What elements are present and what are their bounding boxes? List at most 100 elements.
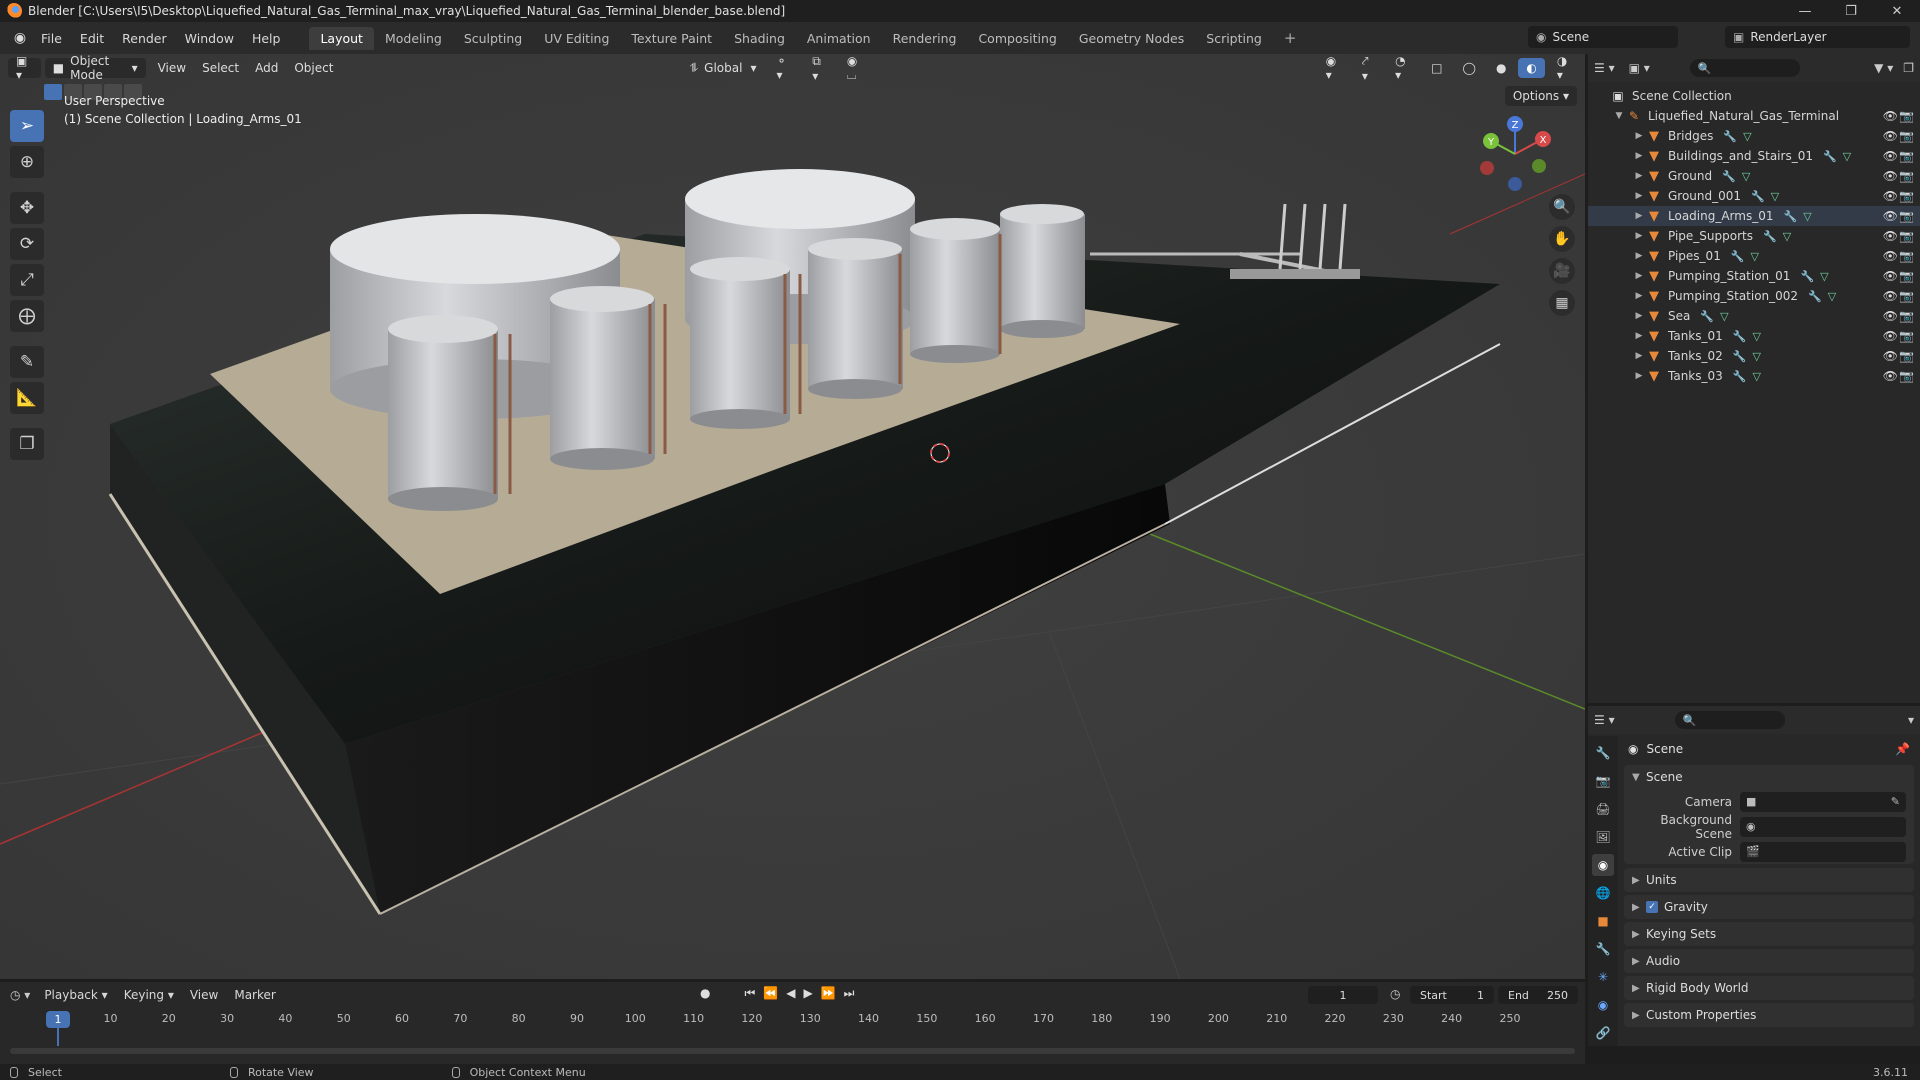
tab-compositing[interactable]: Compositing [967,27,1067,50]
shading-rendered-icon[interactable]: ◑ ▾ [1549,54,1581,82]
expand-arrow-icon[interactable]: ▶ [1632,291,1646,301]
3d-viewport[interactable]: ▣ ▾ ■ Object Mode ▾ View Select Add Obje… [0,54,1585,979]
mesh-data-icon[interactable]: ▽ [1752,350,1760,363]
tab-layout[interactable]: Layout [309,26,374,50]
menu-file[interactable]: File [32,31,71,46]
background-scene-field[interactable]: ◉ [1740,816,1906,837]
measure-tool-icon[interactable]: 📐 [10,382,44,414]
tab-shading[interactable]: Shading [723,27,796,50]
expand-arrow-icon[interactable]: ▶ [1632,231,1646,241]
clock-icon[interactable]: ◷ [1390,987,1400,1001]
mesh-data-icon[interactable]: ▽ [1803,210,1811,223]
end-frame-field[interactable]: End 250 [1498,986,1578,1004]
modifier-wrench-icon[interactable]: 🔧 [1733,330,1747,343]
eye-icon[interactable]: 👁 [1883,289,1898,303]
camera-icon[interactable]: 📷 [1899,189,1914,203]
camera-icon[interactable]: 📷 [1899,169,1914,183]
audio-panel[interactable]: ▶ Audio [1624,949,1914,973]
eye-icon[interactable]: 👁 [1883,189,1898,203]
visibility-button[interactable]: ◉ ▾ [1318,54,1350,82]
gravity-checkbox[interactable]: ✓ [1646,901,1658,913]
jump-end-icon[interactable]: ⏭ [844,986,855,1001]
jump-start-icon[interactable]: ⏮ [744,986,755,1001]
filter-icon[interactable]: ▼ ▾ [1874,61,1893,75]
constraints-tab-icon[interactable]: 🔗 [1592,1022,1614,1044]
menu-render[interactable]: Render [113,31,176,46]
eyedropper-icon[interactable]: ✎ [1891,795,1900,808]
mesh-data-icon[interactable]: ▽ [1820,270,1828,283]
tab-scripting[interactable]: Scripting [1195,27,1273,50]
expand-arrow-icon[interactable]: ▶ [1632,371,1646,381]
properties-editor-icon[interactable]: ☰ ▾ [1594,713,1615,727]
annotate-tool-icon[interactable]: ✎ [10,346,44,378]
modifier-wrench-icon[interactable]: 🔧 [1723,130,1737,143]
mesh-data-icon[interactable]: ▽ [1751,250,1759,263]
modifier-wrench-icon[interactable]: 🔧 [1784,210,1798,223]
timeline-scrollbar[interactable] [10,1048,1575,1054]
render-tab-icon[interactable]: 📷 [1592,770,1614,792]
timeline-menu-keying[interactable]: Keying ▾ [116,988,182,1002]
shading-solid-icon[interactable]: ● [1488,58,1514,78]
expand-arrow-icon[interactable]: ▶ [1632,191,1646,201]
mesh-data-icon[interactable]: ▽ [1771,190,1779,203]
play-reverse-icon[interactable]: ◀ [786,986,795,1001]
eye-icon[interactable]: 👁 [1883,229,1898,243]
expand-arrow-icon[interactable]: ▶ [1632,351,1646,361]
menu-edit[interactable]: Edit [71,31,113,46]
world-tab-icon[interactable]: 🌐 [1592,882,1614,904]
modifier-wrench-icon[interactable]: 🔧 [1733,350,1747,363]
modifier-wrench-icon[interactable]: 🔧 [1763,230,1777,243]
eye-icon[interactable]: 👁 [1883,209,1898,223]
mesh-data-icon[interactable]: ▽ [1752,330,1760,343]
zoom-icon[interactable]: 🔍 [1549,194,1575,220]
snap-button[interactable]: ⧉ ▾ [804,54,835,83]
outliner-object-row[interactable]: ▶ ▼ Tanks_02 🔧 ▽ 👁 📷 [1588,346,1920,366]
viewport-menu-view[interactable]: View [150,61,194,75]
units-panel[interactable]: ▶ Units [1624,868,1914,892]
pin-icon[interactable]: 📌 [1895,742,1910,756]
tab-rendering[interactable]: Rendering [882,27,968,50]
outliner-object-row[interactable]: ▶ ▼ Tanks_03 🔧 ▽ 👁 📷 [1588,366,1920,386]
next-keyframe-icon[interactable]: ⏩ [821,986,836,1001]
camera-icon[interactable]: 📷 [1899,129,1914,143]
particles-tab-icon[interactable]: ✳ [1592,966,1614,988]
new-collection-icon[interactable]: ❐ [1903,61,1914,75]
pan-hand-icon[interactable]: ✋ [1549,226,1575,252]
options-dropdown[interactable]: Options ▾ [1504,86,1577,106]
eye-icon[interactable]: 👁 [1883,169,1898,183]
rotate-tool-icon[interactable]: ⟳ [10,228,44,260]
modifier-wrench-icon[interactable]: 🔧 [1731,250,1745,263]
eye-icon[interactable]: 👁 [1883,349,1898,363]
camera-icon[interactable]: 📷 [1899,349,1914,363]
prev-keyframe-icon[interactable]: ⏪ [763,986,778,1001]
timeline-menu-marker[interactable]: Marker [226,988,283,1002]
outliner-object-row[interactable]: ▶ ▼ Pumping_Station_01 🔧 ▽ 👁 📷 [1588,266,1920,286]
scene-panel-header[interactable]: ▼ Scene [1624,765,1914,789]
camera-icon[interactable]: 📷 [1899,269,1914,283]
record-icon[interactable]: ● [700,986,710,1001]
tool-tab-icon[interactable]: 🔧 [1592,742,1614,764]
expand-arrow-icon[interactable]: ▶ [1632,271,1646,281]
eye-icon[interactable]: 👁 [1883,129,1898,143]
camera-view-icon[interactable]: 🎥 [1549,258,1575,284]
eye-icon[interactable]: 👁 [1883,369,1898,383]
keying-sets-panel[interactable]: ▶ Keying Sets [1624,922,1914,946]
camera-icon[interactable]: 📷 [1899,209,1914,223]
modifier-tab-icon[interactable]: 🔧 [1592,938,1614,960]
active-clip-field[interactable]: 🎬 [1740,841,1906,862]
modifier-wrench-icon[interactable]: 🔧 [1733,370,1747,383]
gizmo-toggle-button[interactable]: ⤤ ▾ [1354,54,1383,83]
outliner-object-row[interactable]: ▶ ▼ Sea 🔧 ▽ 👁 📷 [1588,306,1920,326]
tab-sculpting[interactable]: Sculpting [453,27,533,50]
scale-tool-icon[interactable]: ⤢ [10,264,44,296]
viewport-menu-add[interactable]: Add [247,61,286,75]
close-icon[interactable]: ✕ [1874,0,1920,22]
gravity-panel[interactable]: ▶ ✓ Gravity [1624,895,1914,919]
camera-icon[interactable]: 📷 [1899,309,1914,323]
add-workspace-icon[interactable]: + [1273,25,1308,51]
proportional-editing-button[interactable]: ◉ ⌴ [839,54,874,82]
mode-dropdown[interactable]: ■ Object Mode ▾ [44,54,146,82]
camera-icon[interactable]: 📷 [1899,229,1914,243]
mesh-data-icon[interactable]: ▽ [1720,310,1728,323]
camera-icon[interactable]: 📷 [1899,249,1914,263]
